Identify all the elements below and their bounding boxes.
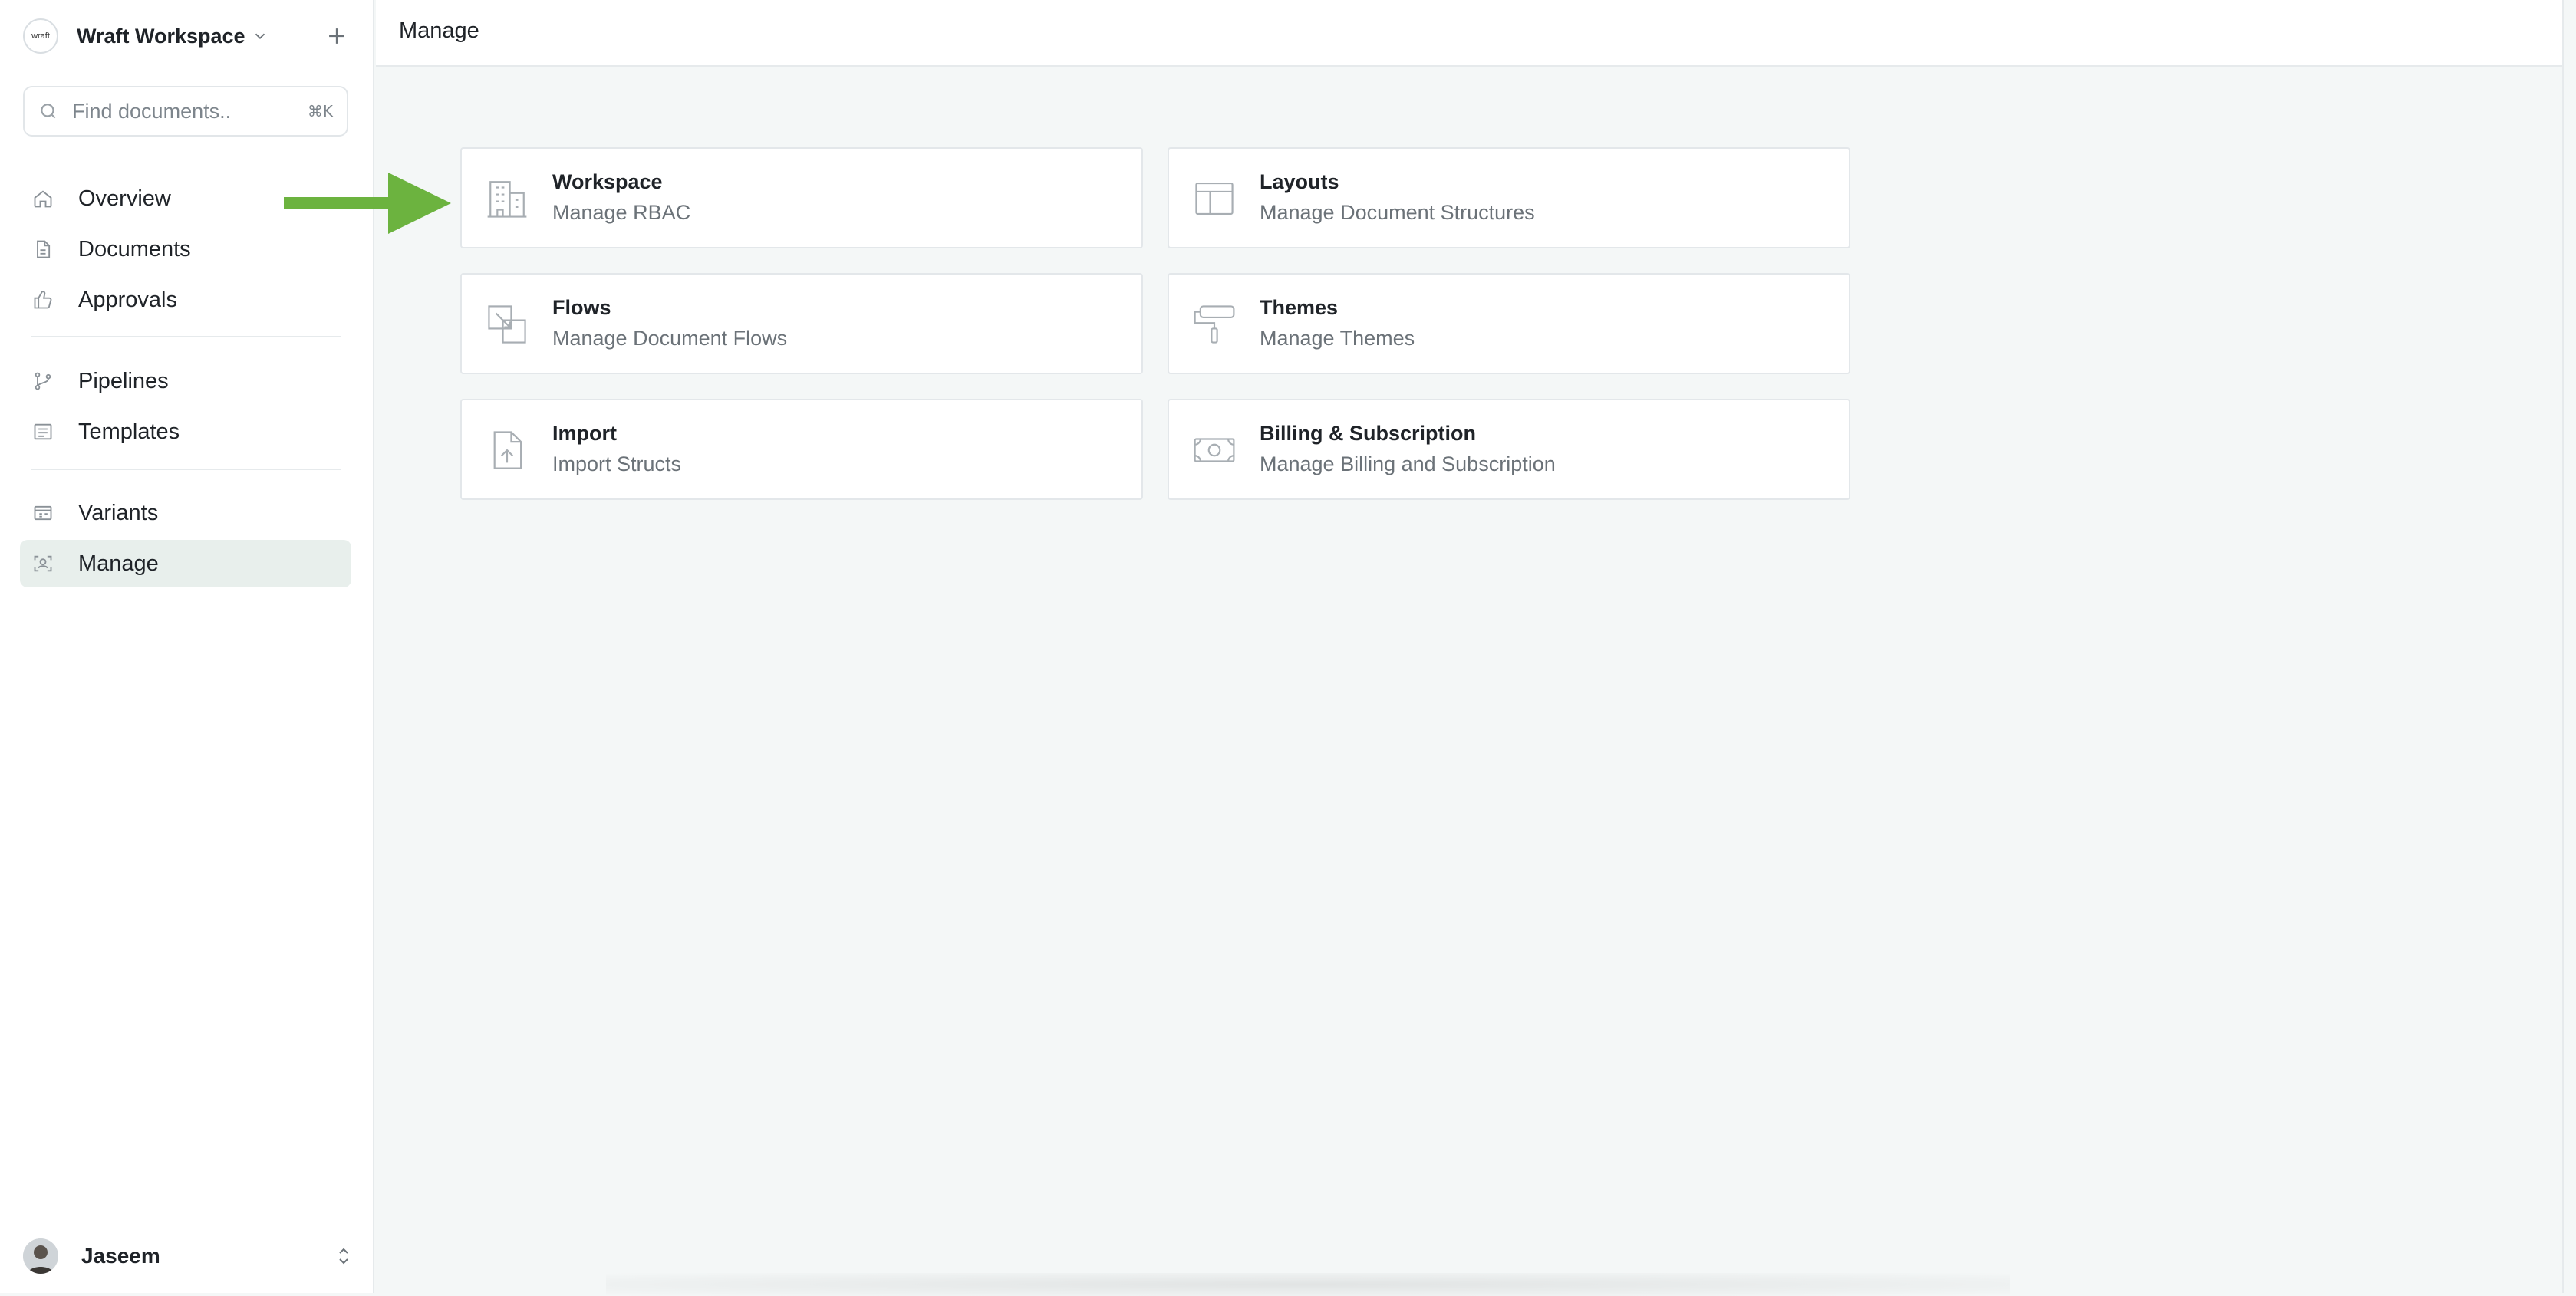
card-title: Workspace <box>552 170 663 193</box>
search-box[interactable]: ⌘K <box>23 86 348 137</box>
card-billing[interactable]: Billing & Subscription Manage Billing an… <box>1168 399 1850 500</box>
sidebar-item-manage[interactable]: Manage <box>20 540 351 587</box>
sidebar-item-label: Documents <box>78 236 191 262</box>
user-name: Jaseem <box>81 1244 160 1268</box>
search-icon <box>41 104 56 119</box>
home-icon <box>34 190 52 208</box>
card-themes[interactable]: Themes Manage Themes <box>1168 273 1850 374</box>
top-bar: Manage <box>376 0 2562 67</box>
user-menu[interactable]: Jaseem <box>23 1233 353 1279</box>
variants-icon <box>34 505 52 521</box>
workspace-logo: wraft <box>23 18 58 54</box>
card-title: Billing & Subscription <box>1260 422 1476 445</box>
sidebar-item-variants[interactable]: Variants <box>20 489 351 537</box>
layout-icon <box>1195 182 1234 215</box>
sidebar-item-label: Overview <box>78 186 171 211</box>
card-subtitle: Manage Document Flows <box>552 327 788 350</box>
card-subtitle: Manage RBAC <box>552 201 691 224</box>
sidebar-item-label: Pipelines <box>78 368 169 393</box>
chevron-down-icon[interactable] <box>252 28 268 44</box>
workspace-logo-text: wraft <box>31 31 50 41</box>
card-subtitle: Manage Themes <box>1260 327 1415 350</box>
card-workspace[interactable]: Workspace Manage RBAC <box>460 147 1143 248</box>
file-upload-icon <box>493 431 522 469</box>
money-icon <box>1194 438 1235 462</box>
sidebar-item-approvals[interactable]: Approvals <box>20 276 351 324</box>
search-shortcut-hint: ⌘K <box>307 102 333 120</box>
card-title: Flows <box>552 296 611 319</box>
divider <box>31 336 341 337</box>
card-title: Themes <box>1260 296 1339 319</box>
git-branch-icon <box>35 372 51 390</box>
scrollbar[interactable] <box>2562 0 2576 1293</box>
card-subtitle: Import Structs <box>552 452 682 475</box>
card-title: Import <box>552 422 617 445</box>
card-import[interactable]: Import Import Structs <box>460 399 1143 500</box>
workspace-switcher[interactable]: wraft Wraft Workspace <box>23 17 350 55</box>
list-icon <box>34 423 52 440</box>
nav-secondary: Pipelines Templates <box>20 357 351 459</box>
card-title: Layouts <box>1260 170 1339 193</box>
workspace-name[interactable]: Wraft Workspace <box>77 25 245 48</box>
paint-roller-icon <box>1194 305 1235 344</box>
thumbs-up-icon <box>34 291 52 309</box>
card-subtitle: Manage Billing and Subscription <box>1260 452 1556 475</box>
user-focus-icon <box>34 555 52 572</box>
sidebar-item-templates[interactable]: Templates <box>20 408 351 456</box>
building-icon <box>487 181 527 218</box>
page-title: Manage <box>399 18 479 43</box>
avatar <box>23 1238 58 1274</box>
arrow-right-icon <box>284 173 451 234</box>
document-icon <box>37 240 51 258</box>
sidebar-item-label: Variants <box>78 500 159 525</box>
nav-tertiary: Variants Manage <box>20 489 351 590</box>
chevron-up-down-icon[interactable] <box>334 1244 353 1268</box>
search-input[interactable] <box>72 99 302 123</box>
add-icon[interactable] <box>324 23 350 49</box>
sidebar-item-pipelines[interactable]: Pipelines <box>20 357 351 405</box>
card-layouts[interactable]: Layouts Manage Document Structures <box>1168 147 1850 248</box>
sidebar-item-label: Manage <box>78 551 159 576</box>
flows-icon <box>488 305 526 344</box>
card-subtitle: Manage Document Structures <box>1260 201 1535 224</box>
sidebar-item-label: Templates <box>78 419 180 444</box>
sidebar-item-label: Approvals <box>78 287 177 312</box>
divider <box>31 469 341 470</box>
card-flows[interactable]: Flows Manage Document Flows <box>460 273 1143 374</box>
user-avatar-icon <box>23 1238 58 1274</box>
